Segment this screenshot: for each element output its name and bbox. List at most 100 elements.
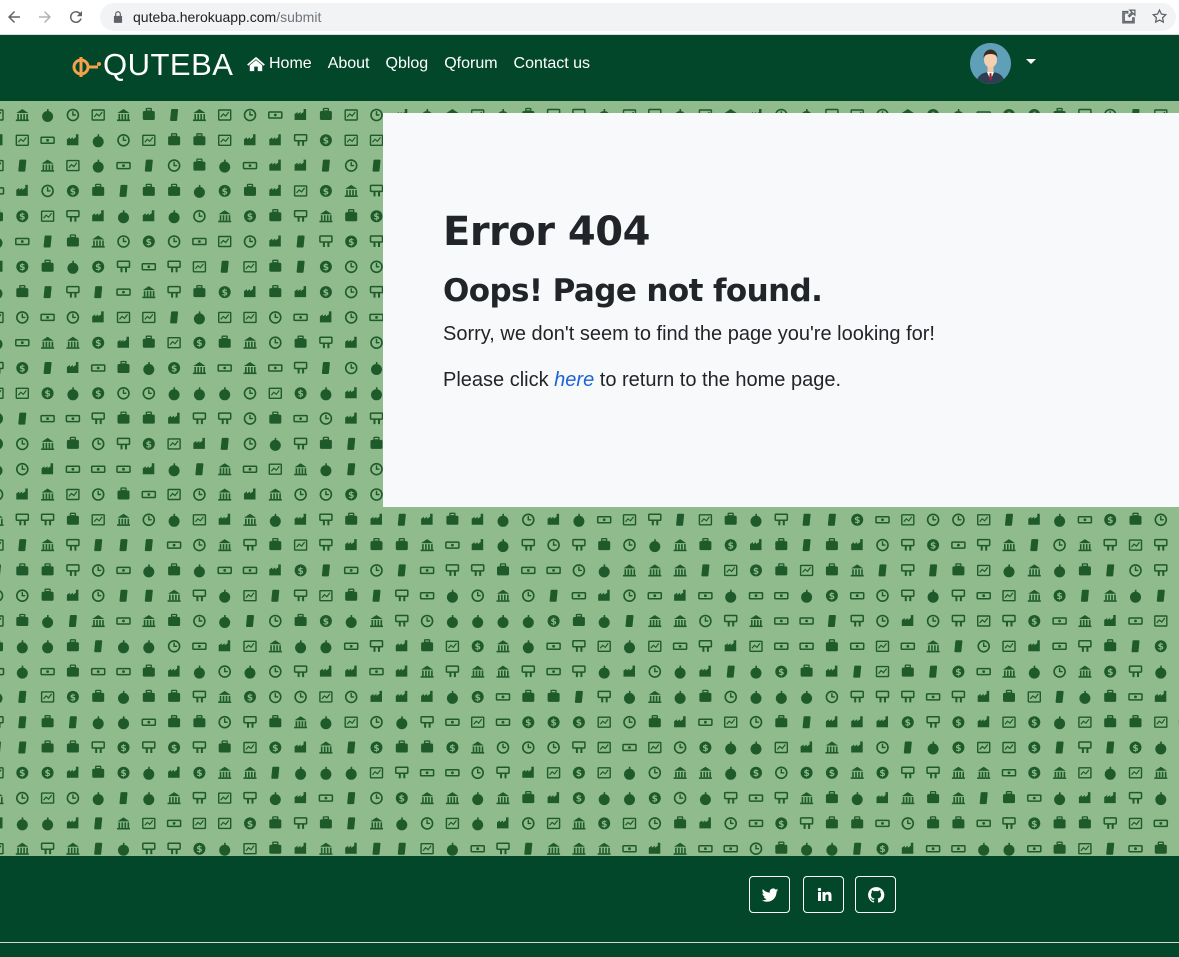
github-button[interactable]: [855, 876, 896, 913]
pattern-icon: [497, 817, 509, 829]
address-bar[interactable]: quteba.herokuapp.com/submit: [100, 3, 1176, 31]
pattern-icon: [1106, 842, 1115, 855]
pattern-icon: [269, 513, 281, 527]
pattern-icon: [243, 791, 257, 804]
pattern-icon: [901, 792, 915, 805]
pattern-icon: [167, 792, 181, 805]
pattern-icon: [293, 313, 308, 322]
pattern-icon: [42, 817, 54, 831]
twitter-button[interactable]: [749, 876, 790, 913]
pattern-icon: [347, 437, 356, 450]
pattern-icon: [724, 512, 737, 525]
pattern-icon: [976, 819, 991, 828]
pattern-icon: [40, 136, 55, 145]
user-avatar[interactable]: [970, 43, 1011, 84]
pattern-icon: [471, 716, 485, 728]
pattern-icon: [370, 260, 383, 274]
pattern-icon: [1054, 716, 1066, 730]
pattern-icon: [268, 640, 282, 653]
pattern-icon: [901, 817, 915, 830]
pattern-icon: $: [952, 665, 965, 678]
pattern-icon: [369, 412, 384, 425]
pattern-icon: [1053, 665, 1066, 678]
pattern-icon: [1154, 766, 1168, 779]
pattern-icon: [674, 665, 686, 679]
pattern-icon: [369, 285, 384, 298]
pattern-icon: [698, 718, 713, 726]
pattern-icon: [269, 209, 282, 222]
pattern-icon: [698, 844, 713, 853]
pattern-icon: [143, 564, 155, 578]
pattern-icon: [925, 844, 941, 853]
pattern-icon: [775, 841, 788, 854]
pattern-icon: [0, 639, 3, 652]
pattern-icon: $: [471, 690, 484, 703]
pattern-icon: [319, 590, 333, 602]
pattern-icon: [825, 537, 838, 551]
nav-qblog[interactable]: Qblog: [386, 55, 429, 73]
pattern-icon: [952, 816, 965, 829]
pattern-icon: [420, 792, 434, 805]
pattern-icon: [117, 386, 130, 400]
svg-text:$: $: [879, 845, 885, 855]
pattern-icon: [269, 134, 281, 146]
pattern-icon: [546, 566, 561, 575]
pattern-icon: $: [750, 564, 762, 577]
pattern-icon: [293, 539, 308, 551]
pattern-icon: $: [547, 716, 560, 729]
pattern-icon: [472, 615, 484, 628]
reload-icon[interactable]: [65, 6, 87, 28]
pattern-icon: [497, 563, 509, 576]
pattern-icon: [1005, 513, 1013, 526]
svg-text:$: $: [702, 744, 708, 754]
error-title: Error 404: [443, 209, 650, 255]
pattern-icon: [243, 715, 257, 728]
pattern-icon: [1078, 640, 1092, 652]
pattern-icon: [800, 741, 813, 753]
svg-text:$: $: [905, 719, 911, 729]
nav-about[interactable]: About: [328, 55, 370, 73]
account-dropdown-caret-icon[interactable]: [1026, 59, 1036, 64]
pattern-icon: [293, 589, 308, 602]
pattern-icon: [624, 766, 635, 780]
pattern-icon: [243, 766, 257, 779]
pattern-icon: [370, 791, 383, 805]
brand-logo[interactable]: QUTEBA: [70, 47, 233, 83]
nav-qforum[interactable]: Qforum: [444, 55, 497, 73]
back-icon[interactable]: [3, 6, 25, 28]
pattern-icon: $: [952, 741, 965, 754]
pattern-icon: [547, 792, 560, 804]
pattern-icon: [66, 159, 80, 172]
pattern-icon: [572, 665, 586, 678]
error-subtitle: Oops! Page not found.: [443, 273, 823, 309]
pattern-icon: [1003, 689, 1015, 702]
nav-home[interactable]: Home: [247, 55, 312, 73]
pattern-icon: [926, 513, 940, 527]
pattern-icon: [799, 642, 814, 651]
pattern-icon: [723, 844, 738, 853]
pattern-icon: [18, 741, 27, 754]
pattern-icon: $: [92, 336, 105, 349]
bookmark-star-icon[interactable]: [1151, 8, 1168, 30]
pattern-icon: $: [319, 615, 332, 627]
forward-icon[interactable]: [34, 6, 56, 28]
pattern-icon: [243, 362, 257, 375]
linkedin-button[interactable]: [803, 876, 844, 913]
pattern-icon: [0, 311, 4, 324]
share-icon[interactable]: [1120, 8, 1137, 30]
pattern-icon: [900, 642, 916, 651]
pattern-icon: [116, 667, 131, 676]
pattern-icon: $: [16, 362, 29, 374]
home-link[interactable]: here: [554, 369, 594, 391]
pattern-icon: [623, 589, 636, 603]
pattern-icon: [1002, 665, 1016, 678]
pattern-icon: [243, 741, 257, 754]
pattern-icon: [876, 741, 889, 754]
pattern-icon: [1128, 665, 1143, 678]
nav-contact[interactable]: Contact us: [514, 55, 590, 73]
pattern-icon: [699, 689, 712, 702]
pattern-icon: [142, 463, 155, 475]
pattern-icon: $: [117, 741, 130, 754]
pattern-icon: [1128, 767, 1143, 779]
pattern-icon: [673, 842, 687, 855]
